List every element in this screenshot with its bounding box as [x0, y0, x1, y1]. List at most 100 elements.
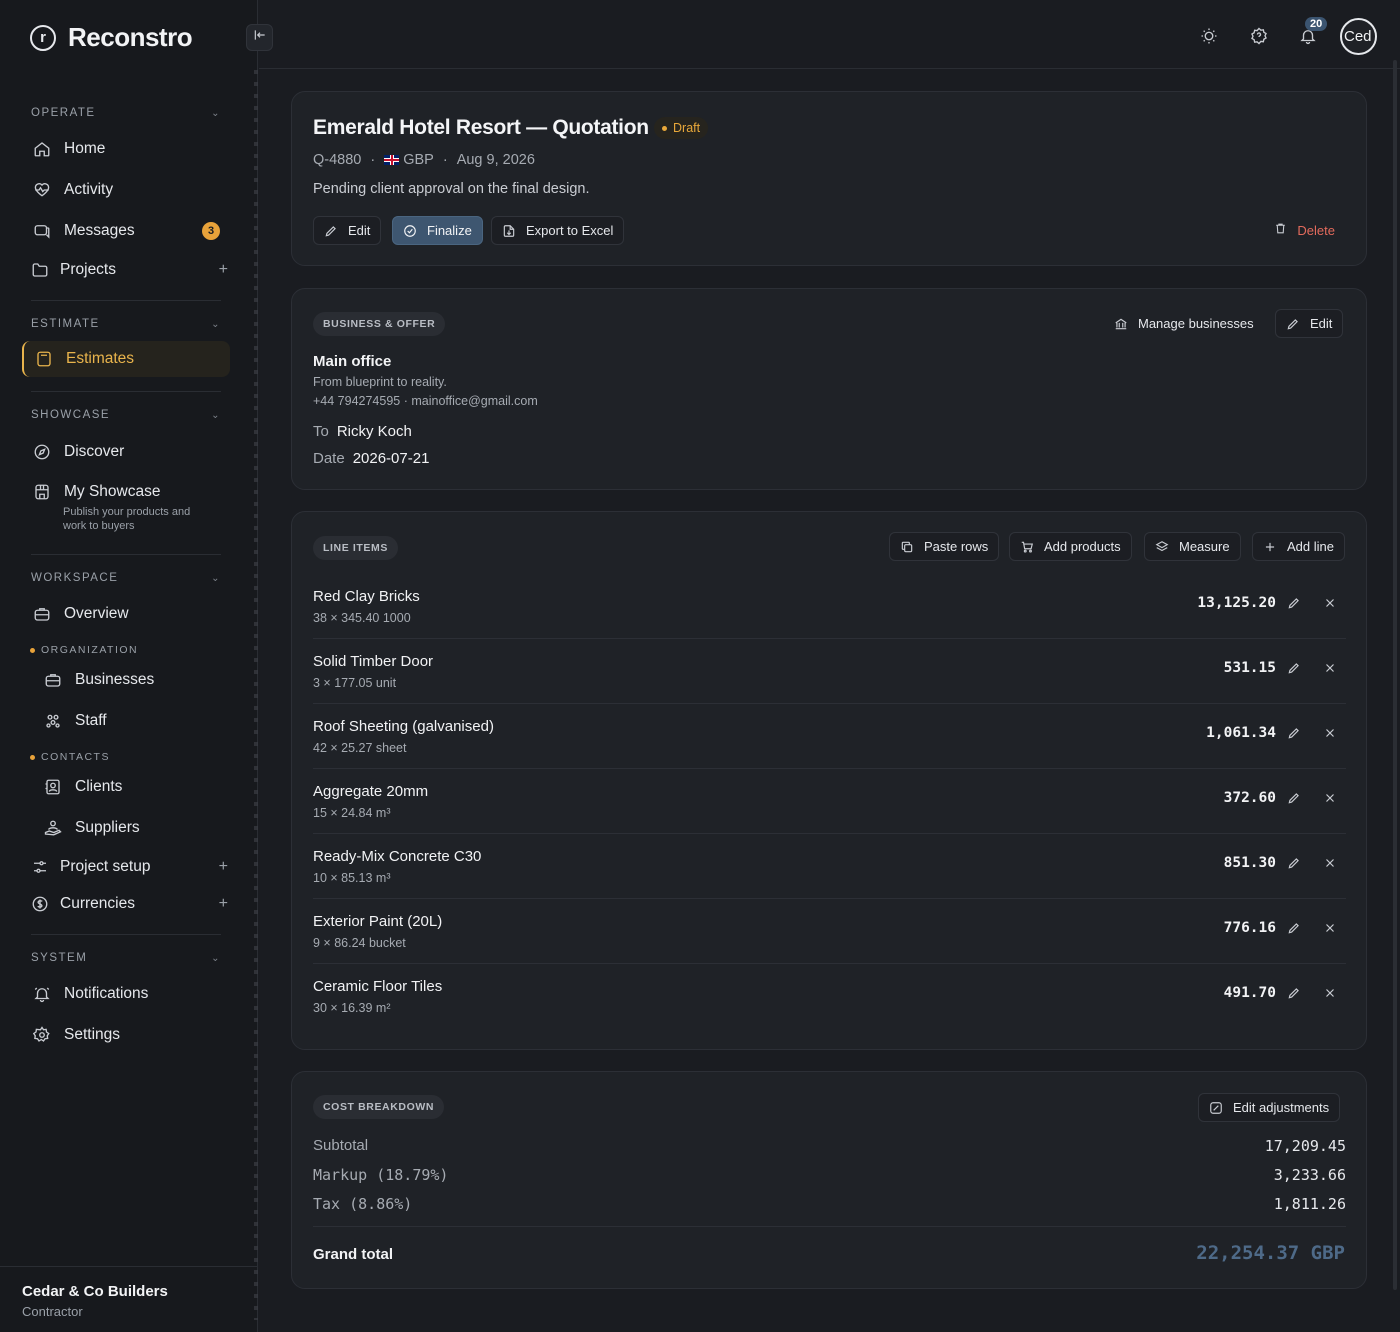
cart-icon	[1020, 540, 1034, 554]
org-switcher[interactable]: Cedar & Co Builders Contractor	[0, 1266, 258, 1332]
line-item-quantity: 30 × 16.39 m²	[313, 1001, 391, 1015]
sidebar-item-home[interactable]: Home	[22, 131, 230, 167]
section-showcase[interactable]: SHOWCASE ⌄	[31, 409, 221, 421]
line-item-amount: 13,125.20	[1197, 595, 1276, 611]
line-item-row[interactable]: Ready-Mix Concrete C30 10 × 85.13 m³ 851.3…	[313, 834, 1346, 899]
line-item-quantity: 10 × 85.13 m³	[313, 871, 391, 885]
avatar[interactable]: Ced	[1340, 18, 1377, 55]
edit-button[interactable]: Edit	[313, 216, 382, 245]
business-edit-button[interactable]: Edit	[1275, 309, 1344, 338]
section-estimate[interactable]: ESTIMATE ⌄	[31, 318, 221, 330]
layers-icon	[1155, 540, 1169, 554]
sidebar-item-overview[interactable]: Overview	[22, 596, 230, 632]
paste-rows-button[interactable]: Paste rows	[889, 532, 1000, 561]
sidebar-item-project-setup[interactable]: Project setup +	[22, 849, 230, 885]
brand[interactable]: r Reconstro	[30, 22, 193, 53]
help-icon[interactable]	[1249, 26, 1269, 46]
line-item-quantity: 42 × 25.27 sheet	[313, 741, 407, 755]
section-system[interactable]: SYSTEM ⌄	[31, 952, 221, 964]
edit-pencil-icon[interactable]	[1286, 855, 1302, 871]
sidebar-item-staff[interactable]: Staff	[33, 703, 230, 739]
finalize-button[interactable]: Finalize	[392, 216, 483, 245]
sidebar-item-settings[interactable]: Settings	[22, 1017, 230, 1053]
delete-button[interactable]: Delete	[1274, 222, 1335, 238]
line-item-quantity: 15 × 24.84 m³	[313, 806, 391, 820]
sidebar-item-activity[interactable]: Activity	[22, 172, 230, 208]
edit-pencil-icon[interactable]	[1286, 595, 1302, 611]
page-scrollbar[interactable]	[1393, 60, 1397, 1290]
remove-x-icon[interactable]	[1322, 855, 1338, 871]
sidebar-item-clients[interactable]: Clients	[33, 769, 230, 805]
section-label: SHOWCASE	[31, 409, 111, 421]
tax-row: Tax (8.86%) 1,811.26	[313, 1195, 1346, 1213]
divider	[31, 934, 221, 935]
line-item-row[interactable]: Aggregate 20mm 15 × 24.84 m³ 372.60	[313, 769, 1346, 834]
date-label: Date	[313, 450, 345, 467]
export-excel-button[interactable]: Export to Excel	[491, 216, 625, 245]
edit-pencil-icon[interactable]	[1286, 920, 1302, 936]
sidebar-item-discover[interactable]: Discover	[22, 434, 230, 470]
sidebar-item-currencies[interactable]: Currencies +	[22, 886, 230, 922]
sliders-icon	[30, 857, 50, 877]
dollar-circle-icon	[30, 894, 50, 914]
subhead-label: ORGANIZATION	[41, 644, 139, 656]
line-item-row[interactable]: Ceramic Floor Tiles 30 × 16.39 m² 491.70	[313, 964, 1346, 1029]
section-operate[interactable]: OPERATE ⌄	[31, 107, 221, 119]
sidebar-item-label: Notifications	[64, 985, 149, 1002]
add-products-button[interactable]: Add products	[1009, 532, 1132, 561]
line-item-amount: 531.15	[1223, 660, 1276, 676]
subtotal-row: Subtotal 17,209.45	[313, 1137, 1346, 1155]
gear-icon	[32, 1025, 52, 1045]
chevron-down-icon: ⌄	[211, 409, 221, 421]
line-item-row[interactable]: Red Clay Bricks 38 × 345.40 1000 13,125.20	[313, 574, 1346, 639]
sidebar-item-label: Projects	[60, 261, 116, 278]
check-circle-icon	[403, 224, 417, 238]
remove-x-icon[interactable]	[1322, 725, 1338, 741]
quote-number: Q-4880	[313, 152, 362, 168]
measure-button[interactable]: Measure	[1144, 532, 1241, 561]
message-icon	[32, 221, 52, 241]
section-workspace[interactable]: WORKSPACE ⌄	[31, 572, 221, 584]
edit-pencil-icon[interactable]	[1286, 725, 1302, 741]
markup-label: Markup (18.79%)	[313, 1166, 449, 1184]
sidebar-item-label: Clients	[75, 778, 123, 795]
edit-pencil-icon[interactable]	[1286, 985, 1302, 1001]
remove-x-icon[interactable]	[1322, 660, 1338, 676]
sidebar-item-estimates[interactable]: Estimates	[22, 341, 230, 377]
trash-icon	[1274, 222, 1287, 238]
remove-x-icon[interactable]	[1322, 985, 1338, 1001]
line-item-name: Red Clay Bricks	[313, 588, 420, 605]
plus-icon[interactable]: +	[219, 261, 228, 279]
sidebar-item-businesses[interactable]: Businesses	[33, 662, 230, 698]
remove-x-icon[interactable]	[1322, 920, 1338, 936]
remove-x-icon[interactable]	[1322, 790, 1338, 806]
section-label: SYSTEM	[31, 952, 88, 964]
edit-adjustments-button[interactable]: Edit adjustments	[1198, 1093, 1341, 1122]
manage-businesses-button[interactable]: Manage businesses	[1104, 309, 1264, 338]
line-item-row[interactable]: Exterior Paint (20L) 9 × 86.24 bucket 776.…	[313, 899, 1346, 964]
store-icon	[32, 482, 52, 502]
section-pill: LINE ITEMS	[313, 536, 398, 560]
plus-icon[interactable]: +	[219, 895, 228, 913]
finalize-button-label: Finalize	[427, 223, 472, 238]
heart-pulse-icon	[32, 180, 52, 200]
sidebar-item-suppliers[interactable]: Suppliers	[33, 810, 230, 846]
line-item-row[interactable]: Solid Timber Door 3 × 177.05 unit 531.15	[313, 639, 1346, 704]
sidebar-resize-handle[interactable]	[254, 70, 258, 1320]
theme-toggle-sun-icon[interactable]	[1199, 26, 1219, 46]
line-item-name: Ceramic Floor Tiles	[313, 978, 443, 995]
edit-pencil-icon[interactable]	[1286, 660, 1302, 676]
collapse-sidebar-button[interactable]	[246, 24, 273, 51]
edit-pencil-icon[interactable]	[1286, 790, 1302, 806]
status-badge: Draft	[654, 117, 709, 139]
recipient-row: To Ricky Koch	[313, 423, 412, 440]
add-line-button[interactable]: Add line	[1252, 532, 1345, 561]
sidebar-item-label: Staff	[75, 712, 107, 729]
line-item-row[interactable]: Roof Sheeting (galvanised) 42 × 25.27 she…	[313, 704, 1346, 769]
plus-icon[interactable]: +	[219, 858, 228, 876]
sidebar-item-projects[interactable]: Projects +	[22, 252, 230, 288]
remove-x-icon[interactable]	[1322, 595, 1338, 611]
sidebar-item-messages[interactable]: Messages 3	[22, 213, 230, 249]
sidebar-item-notifications[interactable]: Notifications	[22, 976, 230, 1012]
grand-total-label: Grand total	[313, 1246, 394, 1263]
